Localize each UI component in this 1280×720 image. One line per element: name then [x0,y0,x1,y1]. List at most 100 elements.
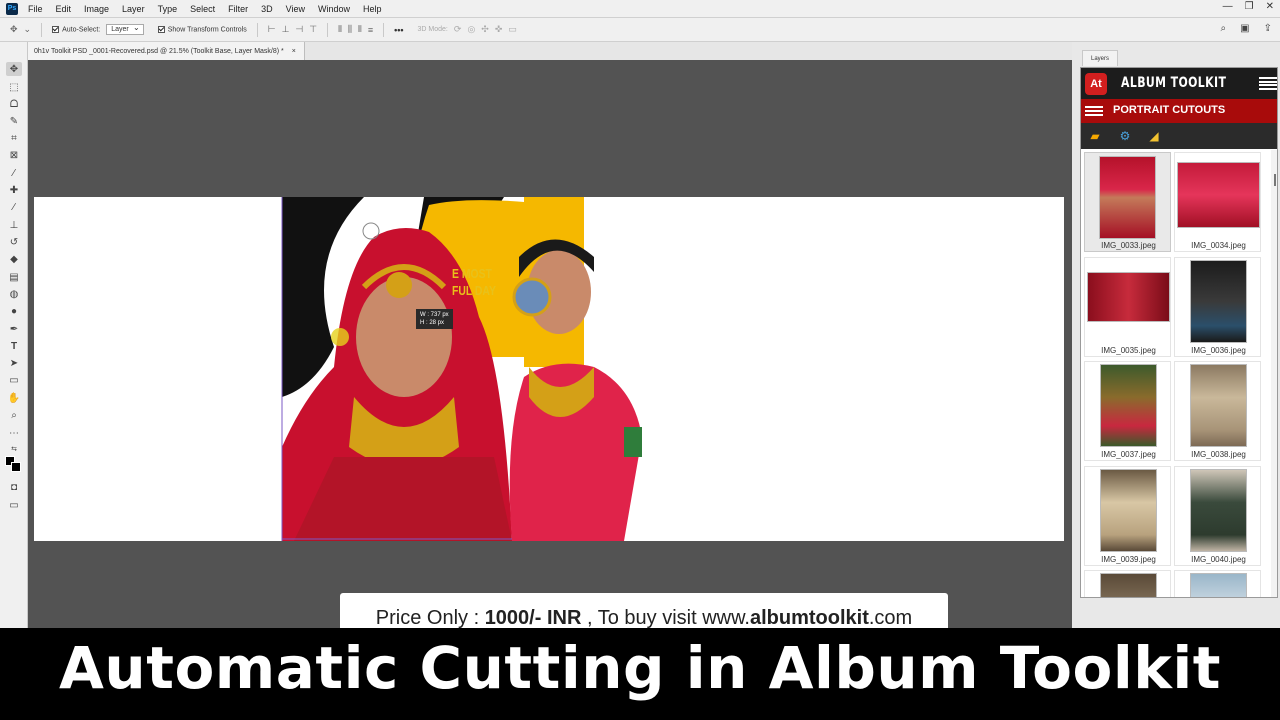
align-left-icon[interactable]: ⊢ [268,24,276,35]
thumbnail-label: IMG_0037.jpeg [1101,450,1156,459]
close-tab-icon[interactable]: × [292,48,296,55]
align-center-icon[interactable]: ⊥ [282,24,290,35]
auto-select-dropdown[interactable]: Layer [106,23,144,35]
close-icon[interactable]: ✕ [1266,1,1274,12]
gear-icon[interactable]: ⚙ [1117,129,1133,143]
chevron-down-icon[interactable]: ⌄ [24,24,32,35]
show-transform-checkbox[interactable]: Show Transform Controls [157,25,247,33]
menu-edit[interactable]: Edit [56,4,72,14]
thumbnail-card[interactable]: IMG_0035.jpeg [1084,257,1171,357]
tools-panel: ✥ ⬚ ᗝ ✎ ⌗ ⊠ ⁄ ✚ ∕ ⊥ ↺ ◆ ▤ ◍ ● ✒ T ➤ ▭ ✋ … [0,42,28,628]
album-toolkit-panel: At ALBUM TOOLKIT PORTRAIT CUTOUTS ▰ ⚙ ◢ … [1080,67,1278,598]
lasso-tool-icon[interactable]: ᗝ [6,97,22,111]
thumbnail-card[interactable] [1084,570,1171,597]
document-tab[interactable]: 0h1v Toolkit PSD _0001-Recovered.psd @ 2… [28,42,305,60]
blur-tool-icon[interactable]: ◍ [6,287,22,301]
3d-camera-icon[interactable]: ▭ [508,24,517,35]
restore-icon[interactable]: ❐ [1245,1,1254,12]
3d-mode-label: 3D Mode: [417,26,448,33]
thumbnail-image [1100,573,1157,597]
eyedropper-tool-icon[interactable]: ⁄ [6,166,22,180]
right-tools: ⌕ ▣ ⇪ [1221,23,1272,34]
divider [41,22,43,37]
stamp-tool-icon[interactable]: ⊥ [6,218,22,232]
thumbnail-card[interactable] [1174,570,1261,597]
hand-tool-icon[interactable]: ✋ [6,391,22,405]
scroll-thumb[interactable] [1274,174,1276,186]
eraser-brush-icon[interactable]: ◢ [1146,129,1162,143]
menu-view[interactable]: View [286,4,305,14]
section-header[interactable]: PORTRAIT CUTOUTS [1081,99,1277,123]
options-bar: ✥ ⌄ Auto-Select: Layer Show Transform Co… [0,18,1280,42]
more-options-icon[interactable]: ••• [394,25,403,35]
quick-select-tool-icon[interactable]: ✎ [6,114,22,128]
thumbnail-card[interactable]: IMG_0033.jpeg [1084,152,1171,252]
thumbnail-card[interactable]: IMG_0039.jpeg [1084,466,1171,566]
thumbnail-label: IMG_0034.jpeg [1191,241,1246,250]
menu-lines-icon[interactable] [1085,106,1103,116]
more-tools-icon[interactable]: ⋯ [6,426,22,440]
brush-tool-icon[interactable]: ∕ [6,200,22,214]
3d-orbit-icon[interactable]: ⟳ [454,24,462,35]
distribute-center-icon[interactable]: ⫼ [348,24,352,35]
menu-help[interactable]: Help [363,4,382,14]
eraser-tool-icon[interactable]: ◆ [6,252,22,266]
type-tool-icon[interactable]: T [6,339,22,353]
menu-image[interactable]: Image [84,4,109,14]
measure-tooltip: W : 737 px H : 28 px [416,309,453,329]
menu-filter[interactable]: Filter [228,4,248,14]
align-right-icon[interactable]: ⊣ [295,24,303,35]
search-icon[interactable]: ⌕ [1221,23,1227,34]
screen-mode-icon[interactable]: ▭ [6,498,22,512]
thumbnail-card[interactable]: IMG_0034.jpeg [1174,152,1261,252]
background-color-swatch[interactable] [11,462,21,472]
zoom-tool-icon[interactable]: ⌕ [6,408,22,422]
panel-title: ALBUM TOOLKIT [1121,75,1227,91]
hamburger-menu-icon[interactable] [1259,77,1277,90]
move-tool-icon[interactable]: ✥ [10,24,18,35]
move-tool-icon[interactable]: ✥ [6,62,22,76]
3d-pan-icon[interactable]: ✣ [481,24,489,35]
minimize-icon[interactable]: — [1223,1,1233,12]
crop-tool-icon[interactable]: ⌗ [6,131,22,145]
workspace-icon[interactable]: ▣ [1240,23,1249,34]
distribute-left-icon[interactable]: ⫴ [338,24,342,35]
menu-select[interactable]: Select [190,4,215,14]
history-brush-icon[interactable]: ↺ [6,235,22,249]
thumbnail-label: IMG_0038.jpeg [1191,450,1246,459]
document-tab-bar: 0h1v Toolkit PSD _0001-Recovered.psd @ 2… [28,42,1078,60]
menu-3d[interactable]: 3D [261,4,273,14]
thumbnail-card[interactable]: IMG_0037.jpeg [1084,361,1171,461]
pen-tool-icon[interactable]: ✒ [6,322,22,336]
share-icon[interactable]: ⇪ [1264,23,1272,34]
thumbnail-card[interactable]: IMG_0036.jpeg [1174,257,1261,357]
thumbnail-card[interactable]: IMG_0040.jpeg [1174,466,1261,566]
shape-tool-icon[interactable]: ▭ [6,373,22,387]
section-title: PORTRAIT CUTOUTS [1113,104,1226,116]
scrollbar[interactable] [1271,150,1277,597]
gradient-tool-icon[interactable]: ▤ [6,270,22,284]
path-select-icon[interactable]: ➤ [6,356,22,370]
distribute-right-icon[interactable]: ⫴ [358,24,362,35]
site-name: albumtoolkit [749,606,869,629]
auto-select-checkbox[interactable]: Auto-Select: [52,25,100,33]
menu-type[interactable]: Type [158,4,178,14]
menu-window[interactable]: Window [318,4,350,14]
swap-colors-icon[interactable]: ⇆ [6,442,22,456]
thumbnail-card[interactable]: IMG_0038.jpeg [1174,361,1261,461]
3d-roll-icon[interactable]: ◎ [467,24,475,35]
3d-slide-icon[interactable]: ✜ [495,24,503,35]
distribute-top-icon[interactable]: ≡ [368,25,373,35]
quick-mask-icon[interactable]: ◘ [6,480,22,494]
artboard[interactable]: E MOST FUL DAY W : 737 px H : 28 px [34,197,1064,541]
healing-tool-icon[interactable]: ✚ [6,183,22,197]
folder-icon[interactable]: ▰ [1087,129,1103,143]
menu-layer[interactable]: Layer [122,4,145,14]
dodge-tool-icon[interactable]: ● [6,304,22,318]
align-top-icon[interactable]: ⊤ [309,24,317,35]
menu-file[interactable]: File [28,4,43,14]
frame-tool-icon[interactable]: ⊠ [6,148,22,162]
tab-layers[interactable]: Layers [1082,50,1118,66]
marquee-tool-icon[interactable]: ⬚ [6,80,22,94]
poster-line-2: FUL DAY [452,283,496,298]
